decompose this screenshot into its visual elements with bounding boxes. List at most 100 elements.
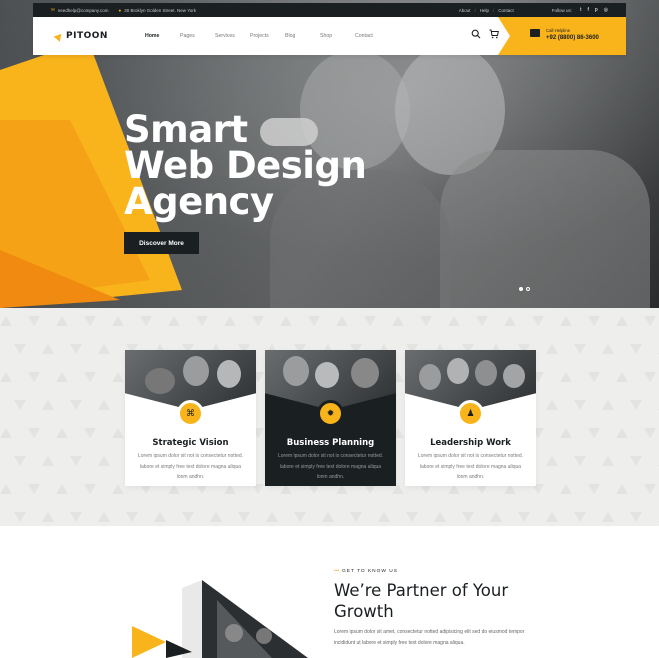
pattern-triangle — [644, 372, 656, 382]
pattern-triangle — [616, 316, 628, 326]
main-header: PITOON Home Pages Services Projects Blog… — [33, 17, 626, 55]
pattern-triangle — [630, 456, 642, 466]
pattern-triangle — [378, 512, 390, 522]
nav-home[interactable]: Home — [145, 33, 180, 39]
strategy-icon: ⌘ — [177, 400, 204, 427]
feature-title: Business Planning — [286, 438, 375, 448]
pattern-triangle — [238, 512, 250, 522]
pattern-triangle — [630, 512, 642, 522]
feature-title: Leadership Work — [430, 438, 511, 448]
pattern-triangle — [56, 428, 68, 438]
pattern-triangle — [574, 512, 586, 522]
pattern-triangle — [14, 400, 26, 410]
pattern-triangle — [0, 428, 12, 438]
pattern-triangle — [126, 512, 138, 522]
pattern-triangle — [42, 456, 54, 466]
pattern-triangle — [70, 400, 82, 410]
top-link-help[interactable]: Help — [480, 8, 489, 13]
pattern-triangle — [210, 512, 222, 522]
pattern-triangle — [84, 316, 96, 326]
pattern-triangle — [434, 512, 446, 522]
nav-services[interactable]: Services — [215, 33, 250, 39]
pattern-triangle — [14, 456, 26, 466]
pattern-triangle — [322, 512, 334, 522]
pattern-triangle — [42, 400, 54, 410]
pattern-triangle — [560, 428, 572, 438]
logo-mark-icon — [53, 30, 65, 42]
search-icon[interactable] — [471, 29, 481, 39]
pattern-triangle — [112, 372, 124, 382]
pattern-triangle — [518, 512, 530, 522]
nav-contact[interactable]: Contact — [355, 33, 390, 39]
cart-icon[interactable] — [489, 29, 499, 39]
top-link-about[interactable]: About — [459, 8, 471, 13]
pattern-triangle — [644, 316, 656, 326]
pattern-triangle — [406, 512, 418, 522]
pattern-triangle — [602, 400, 614, 410]
nav-shop[interactable]: Shop — [320, 33, 355, 39]
slider-dot-2[interactable] — [526, 287, 530, 291]
chess-icon: ♟ — [457, 400, 484, 427]
feature-text: Lorem ipsum dolor sit not is consectetur… — [277, 453, 384, 480]
pattern-triangle — [70, 344, 82, 354]
pattern-triangle — [504, 316, 516, 326]
lightbulb-icon: ✹ — [317, 400, 344, 427]
discover-more-button[interactable]: Discover More — [124, 232, 199, 254]
section-kicker: ••• GET TO KNOW US — [334, 569, 398, 574]
top-address: 30 Broklyn Golden Street. New York — [124, 7, 197, 13]
pattern-triangle — [280, 316, 292, 326]
top-email[interactable]: needhelp@company.com — [58, 8, 109, 13]
pattern-triangle — [14, 512, 26, 522]
instagram-icon[interactable]: ◎ — [604, 7, 608, 13]
pattern-triangle — [42, 344, 54, 354]
feature-card-leadership-work[interactable]: ♟ Leadership Work Lorem ipsum dolor sit … — [405, 350, 536, 486]
twitter-icon[interactable]: t — [580, 7, 581, 13]
pattern-triangle — [336, 316, 348, 326]
top-link-contact[interactable]: Contact — [498, 8, 514, 13]
pattern-triangle — [588, 428, 600, 438]
pinterest-icon[interactable]: p — [595, 7, 598, 13]
call-helpline[interactable]: Call Helpline +92 (8800) 86-3600 — [498, 17, 626, 55]
nav-projects[interactable]: Projects — [250, 33, 285, 39]
pattern-triangle — [602, 512, 614, 522]
pattern-triangle — [546, 456, 558, 466]
pattern-triangle — [98, 512, 110, 522]
pattern-triangle — [112, 316, 124, 326]
pattern-triangle — [14, 344, 26, 354]
pattern-triangle — [350, 512, 362, 522]
pattern-triangle — [308, 316, 320, 326]
feature-card-business-planning[interactable]: ✹ Business Planning Lorem ipsum dolor si… — [265, 350, 396, 486]
pattern-triangle — [574, 344, 586, 354]
pattern-triangle — [588, 484, 600, 494]
pattern-triangle — [28, 484, 40, 494]
feature-text: Lorem ipsum dolor sit not is consectetur… — [417, 453, 524, 480]
pattern-triangle — [0, 316, 12, 326]
pattern-triangle — [224, 316, 236, 326]
pattern-triangle — [364, 316, 376, 326]
cta-label: Call Helpline — [546, 28, 571, 33]
pattern-triangle — [28, 372, 40, 382]
about-graphic — [132, 580, 308, 658]
pattern-triangle — [42, 512, 54, 522]
nav-blog[interactable]: Blog — [285, 33, 320, 39]
feature-card-strategic-vision[interactable]: ⌘ Strategic Vision Lorem ipsum dolor sit… — [125, 350, 256, 486]
pattern-triangle — [98, 456, 110, 466]
pattern-triangle — [546, 344, 558, 354]
pattern-triangle — [98, 400, 110, 410]
slider-dot-1[interactable] — [519, 287, 523, 291]
logo[interactable]: PITOON — [53, 30, 125, 42]
follow-label: Follow us: — [551, 7, 573, 13]
pattern-triangle — [56, 316, 68, 326]
facebook-icon[interactable]: f — [587, 7, 588, 13]
pattern-triangle — [70, 512, 82, 522]
top-bar: ✉ needhelp@company.com ● 30 Broklyn Gold… — [33, 3, 626, 17]
pattern-triangle — [560, 372, 572, 382]
page: Smart Web Design Agency Discover More ✉ … — [0, 0, 659, 658]
location-icon: ● — [118, 7, 122, 13]
main-nav: Home Pages Services Projects Blog Shop C… — [145, 33, 390, 39]
nav-pages[interactable]: Pages — [180, 33, 215, 39]
pattern-triangle — [602, 456, 614, 466]
cta-number[interactable]: +92 (8800) 86-3600 — [546, 35, 599, 41]
about-title: We’re Partner of Your Growth — [334, 581, 509, 621]
features-section: ⌘ Strategic Vision Lorem ipsum dolor sit… — [0, 308, 659, 526]
